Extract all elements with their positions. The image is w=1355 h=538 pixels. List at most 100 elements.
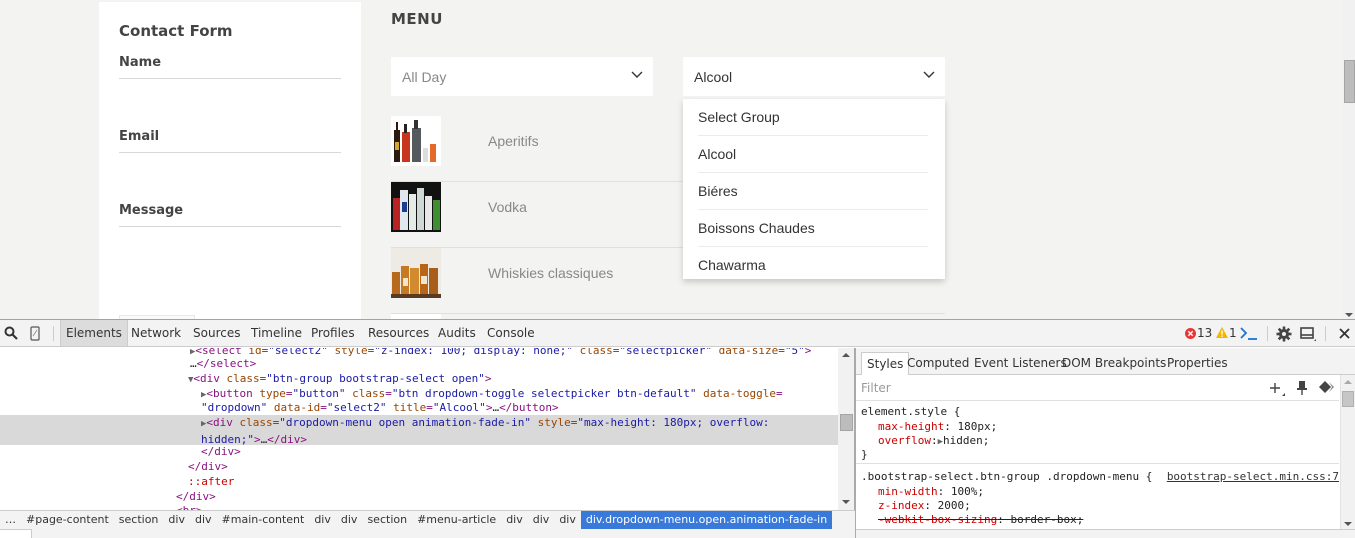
tab-sources[interactable]: Sources xyxy=(188,320,245,346)
toolbar-separator xyxy=(53,326,54,341)
css-rule-selector[interactable]: element.style { xyxy=(861,404,960,419)
dropdown-option[interactable]: Chawarma xyxy=(698,247,928,279)
breadcrumb-item-active[interactable]: div.dropdown-menu.open.animation-fade-in xyxy=(580,511,833,529)
elements-scrollbar-thumb[interactable] xyxy=(840,414,853,431)
css-property-overridden[interactable]: -webkit-box-sizing: border-box; xyxy=(878,512,1083,527)
dom-node-selected[interactable]: ▶<div class="dropdown-menu open animatio… xyxy=(0,415,838,446)
toolbar-separator xyxy=(1267,326,1268,341)
period-select-value: All Day xyxy=(402,69,447,85)
device-mode-icon[interactable] xyxy=(30,326,40,341)
breadcrumb-item[interactable]: section xyxy=(362,511,412,529)
breadcrumb-item[interactable]: #main-content xyxy=(217,511,310,529)
dom-node[interactable]: ▼<div class="btn-group bootstrap-select … xyxy=(188,371,838,386)
scroll-down-arrow-icon[interactable] xyxy=(1344,522,1352,526)
dom-node-close[interactable]: …</select> xyxy=(190,356,838,371)
css-property-value[interactable]: 2000; xyxy=(938,499,971,512)
css-property-name[interactable]: -webkit-box-sizing xyxy=(878,513,997,526)
css-property-value[interactable]: border-box; xyxy=(1010,513,1083,526)
email-input[interactable] xyxy=(119,152,341,153)
breadcrumb-item[interactable]: div xyxy=(309,511,336,529)
tab-console[interactable]: Console xyxy=(482,320,540,346)
breadcrumb-item[interactable]: div xyxy=(190,511,217,529)
css-property-value[interactable]: 100%; xyxy=(951,485,984,498)
breadcrumb-item[interactable]: div xyxy=(163,511,190,529)
tab-audits[interactable]: Audits xyxy=(433,320,481,346)
breadcrumb-item[interactable]: div xyxy=(501,511,528,529)
dom-node[interactable]: "dropdown" data-id="select2" title="Alco… xyxy=(201,400,838,415)
dom-node[interactable]: <br> xyxy=(176,503,838,510)
breadcrumb-item[interactable]: div xyxy=(336,511,363,529)
error-icon[interactable] xyxy=(1185,328,1196,339)
tab-timeline[interactable]: Timeline xyxy=(246,320,307,346)
css-property-name[interactable]: z-index xyxy=(878,499,924,512)
css-source-link[interactable]: bootstrap-select.min.css:7 xyxy=(1167,469,1339,484)
close-icon[interactable] xyxy=(1339,328,1350,339)
css-property-name[interactable]: max-height xyxy=(878,420,944,433)
dom-node-close[interactable]: </div> xyxy=(176,489,838,504)
message-input[interactable] xyxy=(119,226,341,227)
page-scrollbar-thumb[interactable] xyxy=(1344,60,1355,103)
warning-count[interactable]: 1 xyxy=(1229,326,1237,340)
dropdown-option[interactable]: Boissons Chaudes xyxy=(698,210,928,247)
scroll-down-arrow-icon[interactable] xyxy=(842,500,850,504)
email-label: Email xyxy=(119,129,160,144)
dropdown-option[interactable]: Alcool xyxy=(698,136,928,173)
breadcrumb-item[interactable]: div xyxy=(528,511,555,529)
breadcrumb-item[interactable]: #menu-article xyxy=(412,511,501,529)
tab-resources[interactable]: Resources xyxy=(363,320,434,346)
group-select[interactable]: Alcool xyxy=(683,57,945,96)
dom-node-close[interactable]: </div> xyxy=(201,444,838,459)
dom-node[interactable]: ▶<button type="button" class="btn dropdo… xyxy=(201,386,838,401)
scroll-up-arrow-icon[interactable] xyxy=(842,353,850,357)
css-property-name[interactable]: min-width xyxy=(878,485,938,498)
gear-icon[interactable] xyxy=(1276,326,1292,342)
dropdown-option[interactable]: Biéres xyxy=(698,173,928,210)
pseudo-element[interactable]: ::after xyxy=(188,474,838,489)
styles-filter-input[interactable]: Filter xyxy=(856,375,1339,401)
styles-scrollbar[interactable] xyxy=(1340,375,1355,529)
breadcrumb-item[interactable]: div xyxy=(554,511,581,529)
scroll-up-arrow-icon[interactable] xyxy=(1344,380,1352,384)
sidebar-tabs: Styles Computed Event Listeners DOM Brea… xyxy=(856,348,1355,375)
page-scrollbar[interactable] xyxy=(1343,0,1355,319)
elements-tree: ▶<select id="select2" style="z-index: 10… xyxy=(0,348,838,510)
tab-computed[interactable]: Computed xyxy=(902,352,974,375)
period-select[interactable]: All Day xyxy=(391,57,653,96)
css-property-value[interactable]: 180px; xyxy=(957,420,997,433)
warning-icon[interactable] xyxy=(1216,327,1228,338)
contact-form-title: Contact Form xyxy=(119,22,233,40)
css-property-value[interactable]: hidden; xyxy=(943,434,989,447)
styles-sidebar: Styles Computed Event Listeners DOM Brea… xyxy=(855,348,1355,538)
dock-side-icon[interactable] xyxy=(1300,327,1316,341)
breadcrumb-item[interactable]: section xyxy=(114,511,164,529)
menu-item-name: Whiskies classiques xyxy=(488,265,614,281)
dom-breadcrumbs: … #page-content section div div #main-content… xyxy=(0,510,855,529)
css-property[interactable]: min-width: 100%; xyxy=(878,484,984,499)
tab-dom-breakpoints[interactable]: DOM Breakpoints xyxy=(1057,352,1171,375)
breadcrumb-item[interactable]: … xyxy=(0,511,21,529)
css-property[interactable]: z-index: 2000; xyxy=(878,498,971,513)
dom-node-close[interactable]: </div> xyxy=(188,459,838,474)
css-rule-selector[interactable]: .bootstrap-select.btn-group .dropdown-me… xyxy=(861,469,1152,484)
name-input[interactable] xyxy=(119,78,341,79)
css-property[interactable]: max-height: 180px; xyxy=(878,419,997,434)
elements-scrollbar[interactable] xyxy=(838,348,855,510)
pin-icon[interactable] xyxy=(1297,380,1307,395)
tab-properties[interactable]: Properties xyxy=(1162,352,1233,375)
styles-scrollbar-thumb[interactable] xyxy=(1342,391,1354,407)
dropdown-option[interactable]: Select Group xyxy=(698,99,928,136)
tab-elements[interactable]: Elements xyxy=(60,320,128,346)
css-property[interactable]: overflow:▶hidden; xyxy=(878,433,989,448)
element-state-icon[interactable] xyxy=(1319,381,1335,393)
tab-network[interactable]: Network xyxy=(126,320,186,346)
error-count[interactable]: 13 xyxy=(1197,326,1212,340)
css-property-name[interactable]: overflow xyxy=(878,434,931,447)
scroll-down-arrow-icon[interactable] xyxy=(1345,313,1353,317)
group-select-value: Alcool xyxy=(694,69,733,85)
breadcrumb-item[interactable]: #page-content xyxy=(21,511,114,529)
new-style-rule-icon[interactable] xyxy=(1270,382,1286,396)
page-viewport: Contact Form Name Email Message MENU All… xyxy=(0,0,1355,319)
console-drawer-icon[interactable] xyxy=(1240,327,1258,340)
search-icon[interactable] xyxy=(4,326,18,340)
tab-profiles[interactable]: Profiles xyxy=(306,320,360,346)
